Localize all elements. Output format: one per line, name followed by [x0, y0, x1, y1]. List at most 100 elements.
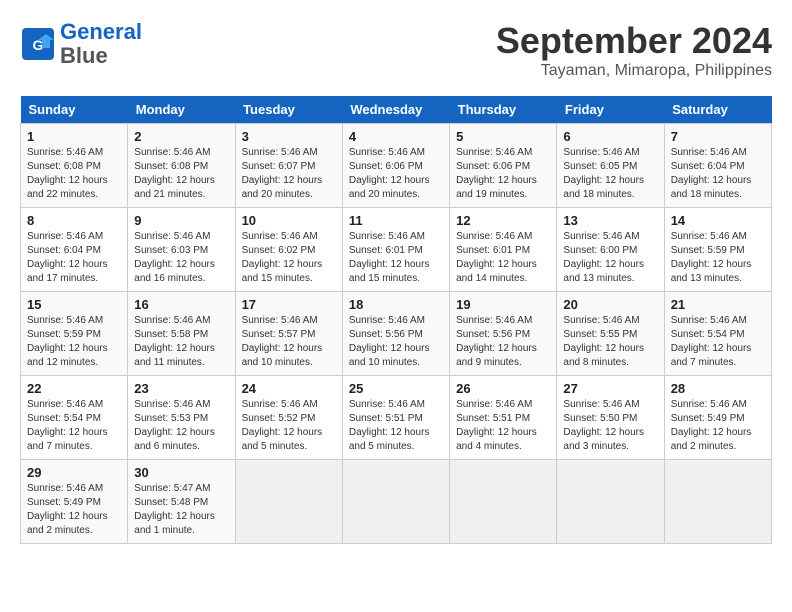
day-number: 11: [349, 213, 443, 228]
table-row: 23 Sunrise: 5:46 AMSunset: 5:53 PMDayligh…: [128, 376, 235, 460]
day-info: Sunrise: 5:47 AMSunset: 5:48 PMDaylight:…: [134, 483, 215, 536]
table-row: 2 Sunrise: 5:46 AMSunset: 6:08 PMDaylight…: [128, 124, 235, 208]
day-number: 26: [456, 381, 550, 396]
table-row: 14 Sunrise: 5:46 AMSunset: 5:59 PMDayligh…: [664, 208, 771, 292]
table-row: [557, 460, 664, 544]
day-number: 15: [27, 297, 121, 312]
day-number: 7: [671, 129, 765, 144]
day-info: Sunrise: 5:46 AMSunset: 6:04 PMDaylight:…: [27, 231, 108, 284]
day-number: 6: [563, 129, 657, 144]
day-info: Sunrise: 5:46 AMSunset: 5:57 PMDaylight:…: [242, 315, 323, 368]
day-number: 1: [27, 129, 121, 144]
day-number: 3: [242, 129, 336, 144]
col-tuesday: Tuesday: [235, 96, 342, 124]
table-row: 7 Sunrise: 5:46 AMSunset: 6:04 PMDaylight…: [664, 124, 771, 208]
month-title: September 2024: [496, 20, 772, 62]
table-row: [664, 460, 771, 544]
day-info: Sunrise: 5:46 AMSunset: 5:53 PMDaylight:…: [134, 399, 215, 452]
day-info: Sunrise: 5:46 AMSunset: 5:51 PMDaylight:…: [456, 399, 537, 452]
col-saturday: Saturday: [664, 96, 771, 124]
table-row: 16 Sunrise: 5:46 AMSunset: 5:58 PMDayligh…: [128, 292, 235, 376]
col-wednesday: Wednesday: [342, 96, 449, 124]
day-info: Sunrise: 5:46 AMSunset: 6:08 PMDaylight:…: [27, 147, 108, 200]
day-number: 2: [134, 129, 228, 144]
table-row: 3 Sunrise: 5:46 AMSunset: 6:07 PMDaylight…: [235, 124, 342, 208]
day-number: 23: [134, 381, 228, 396]
day-info: Sunrise: 5:46 AMSunset: 5:56 PMDaylight:…: [349, 315, 430, 368]
table-row: 5 Sunrise: 5:46 AMSunset: 6:06 PMDaylight…: [450, 124, 557, 208]
day-number: 16: [134, 297, 228, 312]
day-info: Sunrise: 5:46 AMSunset: 5:59 PMDaylight:…: [27, 315, 108, 368]
table-row: 30 Sunrise: 5:47 AMSunset: 5:48 PMDayligh…: [128, 460, 235, 544]
table-row: [450, 460, 557, 544]
day-number: 27: [563, 381, 657, 396]
calendar-header-row: Sunday Monday Tuesday Wednesday Thursday…: [21, 96, 772, 124]
logo-text: GeneralBlue: [60, 20, 142, 68]
table-row: 25Sunrise: 5:46 AMSunset: 5:51 PMDayligh…: [342, 376, 449, 460]
table-row: 27Sunrise: 5:46 AMSunset: 5:50 PMDayligh…: [557, 376, 664, 460]
table-row: 26 Sunrise: 5:46 AMSunset: 5:51 PMDayligh…: [450, 376, 557, 460]
table-row: 22 Sunrise: 5:46 AMSunset: 5:54 PMDayligh…: [21, 376, 128, 460]
table-row: [342, 460, 449, 544]
logo-icon: G: [20, 26, 56, 62]
day-number: 18: [349, 297, 443, 312]
table-row: 29 Sunrise: 5:46 AMSunset: 5:49 PMDayligh…: [21, 460, 128, 544]
day-info: Sunrise: 5:46 AMSunset: 5:54 PMDaylight:…: [27, 399, 108, 452]
day-number: 29: [27, 465, 121, 480]
table-row: 9Sunrise: 5:46 AMSunset: 6:03 PMDaylight…: [128, 208, 235, 292]
day-number: 21: [671, 297, 765, 312]
day-info: Sunrise: 5:46 AMSunset: 5:54 PMDaylight:…: [671, 315, 752, 368]
day-info: Sunrise: 5:46 AMSunset: 6:02 PMDaylight:…: [242, 231, 323, 284]
day-info: Sunrise: 5:46 AMSunset: 6:06 PMDaylight:…: [456, 147, 537, 200]
day-number: 10: [242, 213, 336, 228]
day-number: 25: [349, 381, 443, 396]
table-row: 18 Sunrise: 5:46 AMSunset: 5:56 PMDayligh…: [342, 292, 449, 376]
day-info: Sunrise: 5:46 AMSunset: 5:49 PMDaylight:…: [671, 399, 752, 452]
location-title: Tayaman, Mimaropa, Philippines: [496, 62, 772, 80]
table-row: 19 Sunrise: 5:46 AMSunset: 5:56 PMDayligh…: [450, 292, 557, 376]
table-row: 8 Sunrise: 5:46 AMSunset: 6:04 PMDaylight…: [21, 208, 128, 292]
table-row: 11 Sunrise: 5:46 AMSunset: 6:01 PMDayligh…: [342, 208, 449, 292]
table-row: 15 Sunrise: 5:46 AMSunset: 5:59 PMDayligh…: [21, 292, 128, 376]
day-number: 20: [563, 297, 657, 312]
day-number: 19: [456, 297, 550, 312]
table-row: 20Sunrise: 5:46 AMSunset: 5:55 PMDayligh…: [557, 292, 664, 376]
day-number: 12: [456, 213, 550, 228]
day-number: 13: [563, 213, 657, 228]
day-number: 30: [134, 465, 228, 480]
day-info: Sunrise: 5:46 AMSunset: 6:01 PMDaylight:…: [456, 231, 537, 284]
table-row: 10 Sunrise: 5:46 AMSunset: 6:02 PMDayligh…: [235, 208, 342, 292]
day-number: 4: [349, 129, 443, 144]
calendar-table: Sunday Monday Tuesday Wednesday Thursday…: [20, 96, 772, 544]
page-header: G GeneralBlue September 2024 Tayaman, Mi…: [20, 20, 772, 80]
day-info: Sunrise: 5:46 AMSunset: 6:00 PMDaylight:…: [563, 231, 644, 284]
day-info: Sunrise: 5:46 AMSunset: 6:04 PMDaylight:…: [671, 147, 752, 200]
day-info: Sunrise: 5:46 AMSunset: 6:06 PMDaylight:…: [349, 147, 430, 200]
day-info: Sunrise: 5:46 AMSunset: 6:01 PMDaylight:…: [349, 231, 430, 284]
day-info: Sunrise: 5:46 AMSunset: 6:08 PMDaylight:…: [134, 147, 215, 200]
col-friday: Friday: [557, 96, 664, 124]
day-number: 28: [671, 381, 765, 396]
day-number: 17: [242, 297, 336, 312]
col-thursday: Thursday: [450, 96, 557, 124]
table-row: 13 Sunrise: 5:46 AMSunset: 6:00 PMDayligh…: [557, 208, 664, 292]
day-info: Sunrise: 5:46 AMSunset: 5:59 PMDaylight:…: [671, 231, 752, 284]
day-info: Sunrise: 5:46 AMSunset: 6:07 PMDaylight:…: [242, 147, 323, 200]
table-row: 12 Sunrise: 5:46 AMSunset: 6:01 PMDayligh…: [450, 208, 557, 292]
day-info: Sunrise: 5:46 AMSunset: 5:56 PMDaylight:…: [456, 315, 537, 368]
day-number: 22: [27, 381, 121, 396]
day-number: 9: [134, 213, 228, 228]
table-row: [235, 460, 342, 544]
table-row: 21 Sunrise: 5:46 AMSunset: 5:54 PMDayligh…: [664, 292, 771, 376]
day-number: 14: [671, 213, 765, 228]
table-row: 24Sunrise: 5:46 AMSunset: 5:52 PMDayligh…: [235, 376, 342, 460]
day-number: 24: [242, 381, 336, 396]
table-row: 6Sunrise: 5:46 AMSunset: 6:05 PMDaylight…: [557, 124, 664, 208]
table-row: 4 Sunrise: 5:46 AMSunset: 6:06 PMDaylight…: [342, 124, 449, 208]
table-row: 17 Sunrise: 5:46 AMSunset: 5:57 PMDayligh…: [235, 292, 342, 376]
day-number: 8: [27, 213, 121, 228]
day-info: Sunrise: 5:46 AMSunset: 5:58 PMDaylight:…: [134, 315, 215, 368]
day-info: Sunrise: 5:46 AMSunset: 5:49 PMDaylight:…: [27, 483, 108, 536]
day-number: 5: [456, 129, 550, 144]
col-monday: Monday: [128, 96, 235, 124]
